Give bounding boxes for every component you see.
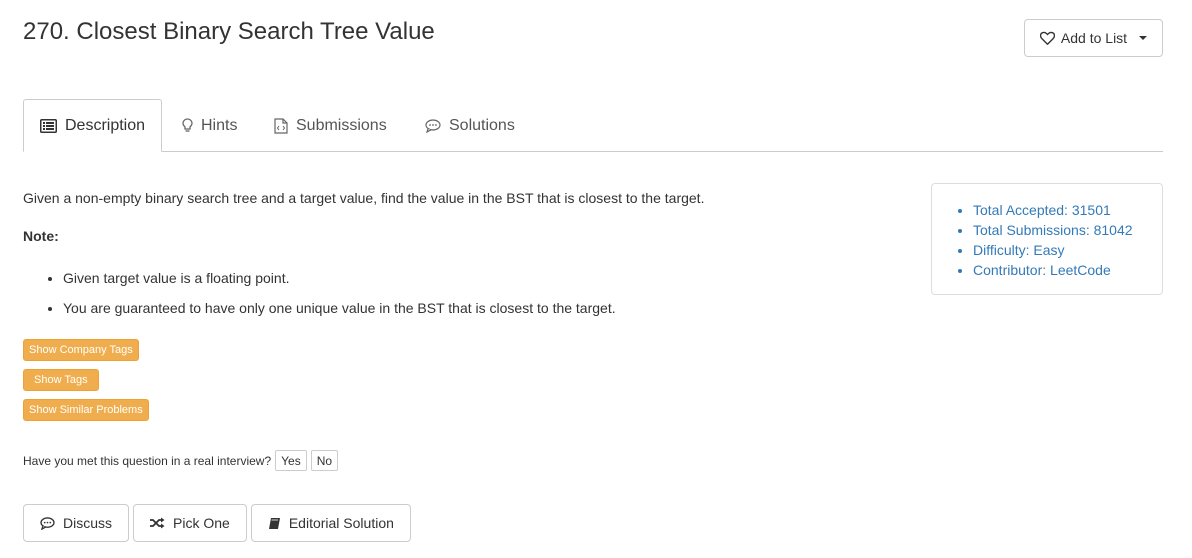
problem-stats-panel: Total Accepted: 31501 Total Submissions:… <box>931 183 1163 295</box>
page-title: 270. Closest Binary Search Tree Value <box>23 18 435 45</box>
contributor: Contributor: LeetCode <box>973 260 1162 280</box>
problem-tabs: Description Hints Submissions Solutions <box>23 99 1163 152</box>
tab-submissions-label: Submissions <box>296 116 387 134</box>
discuss-button[interactable]: Discuss <box>23 504 130 542</box>
note-label: Note: <box>23 228 59 244</box>
shuffle-icon <box>150 517 165 529</box>
tab-hints[interactable]: Hints <box>182 99 237 152</box>
note-item: You are guaranteed to have only one uniq… <box>63 298 616 318</box>
total-accepted: Total Accepted: 31501 <box>973 200 1162 220</box>
show-similar-problems-button[interactable]: Show Similar Problems <box>23 399 149 421</box>
note-list: Given target value is a floating point. … <box>23 268 616 328</box>
discuss-label: Discuss <box>63 515 113 531</box>
total-submissions: Total Submissions: 81042 <box>973 220 1162 240</box>
book-icon <box>268 517 280 529</box>
editorial-solution-label: Editorial Solution <box>288 515 394 531</box>
interview-question: Have you met this question in a real int… <box>23 450 339 471</box>
note-item: Given target value is a floating point. <box>63 268 616 288</box>
lightbulb-icon <box>182 118 193 132</box>
heart-icon <box>1039 31 1055 45</box>
pick-one-label: Pick One <box>173 515 230 531</box>
add-to-list-button[interactable]: Add to List <box>1024 19 1163 57</box>
tab-description[interactable]: Description <box>23 99 163 152</box>
show-company-tags-button[interactable]: Show Company Tags <box>23 339 139 361</box>
yes-button[interactable]: Yes <box>275 450 307 471</box>
show-tags-button[interactable]: Show Tags <box>23 369 99 391</box>
tab-description-label: Description <box>65 116 146 134</box>
tab-solutions[interactable]: Solutions <box>425 99 515 152</box>
tab-hints-label: Hints <box>201 116 238 134</box>
chat-bubble-icon <box>40 516 55 530</box>
code-file-icon <box>274 117 288 134</box>
pick-one-button[interactable]: Pick One <box>133 504 247 542</box>
tab-solutions-label: Solutions <box>449 116 515 134</box>
problem-description: Given a non-empty binary search tree and… <box>23 190 705 206</box>
difficulty: Difficulty: Easy <box>973 240 1162 260</box>
tab-submissions[interactable]: Submissions <box>274 99 387 152</box>
action-buttons: Discuss Pick One Editorial Solution <box>23 504 411 542</box>
add-to-list-label: Add to List <box>1060 30 1128 46</box>
interview-question-text: Have you met this question in a real int… <box>23 453 272 468</box>
caret-down-icon <box>1139 36 1148 40</box>
no-button[interactable]: No <box>310 450 339 471</box>
editorial-solution-button[interactable]: Editorial Solution <box>250 504 411 542</box>
chat-bubble-icon <box>425 118 441 133</box>
list-icon <box>40 118 57 133</box>
